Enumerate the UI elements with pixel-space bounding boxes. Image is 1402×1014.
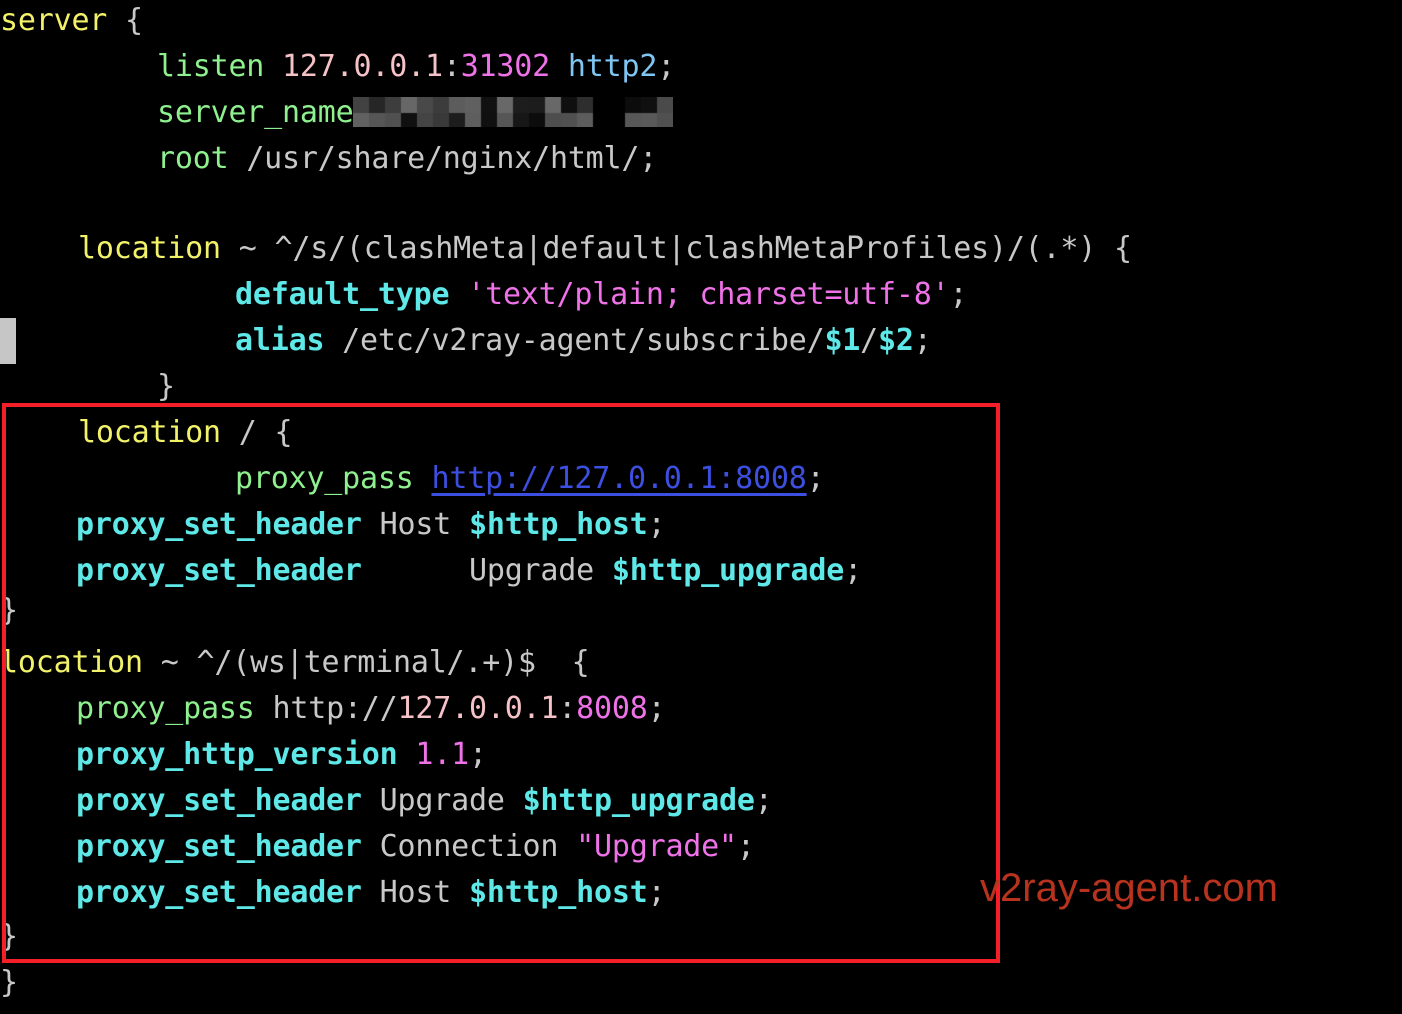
code-token: Host	[361, 507, 469, 542]
code-line: proxy_set_header Connection "Upgrade";	[0, 824, 755, 870]
code-token: ;	[806, 461, 825, 496]
code-token: 127.0.0.1	[282, 49, 443, 84]
code-token: Upgrade	[361, 783, 523, 818]
code-token: ;	[657, 49, 676, 84]
code-line: }	[0, 960, 18, 1006]
code-token: /	[860, 323, 879, 358]
code-token: proxy_set_header	[76, 875, 362, 910]
code-token: proxy_pass	[235, 461, 414, 496]
code-token: 127.0.0.1	[397, 691, 559, 726]
code-token: /usr/share/nginx/html/;	[228, 141, 658, 176]
code-token: ;	[647, 507, 666, 542]
code-token: http://	[254, 691, 398, 726]
code-token: default_type	[235, 277, 450, 312]
code-token: location	[0, 645, 143, 680]
code-line: proxy_http_version 1.1;	[0, 732, 487, 778]
code-block[interactable]: server {listen 127.0.0.1:31302 http2; ser…	[0, 0, 1402, 1014]
code-link[interactable]: http://127.0.0.1:8008	[432, 461, 807, 496]
code-token: proxy_set_header	[76, 783, 362, 818]
code-token: 'text/plain; charset=utf-8'	[467, 277, 950, 312]
code-token: }	[157, 369, 175, 404]
code-token: Host	[361, 875, 469, 910]
code-token: $2	[878, 323, 914, 358]
code-token: / {	[220, 415, 293, 450]
code-line: proxy_set_header Upgrade $http_upgrade;	[0, 778, 773, 824]
code-token: $http_host	[468, 875, 648, 910]
vertical-scrollbar-thumb[interactable]	[0, 318, 16, 364]
code-token: ;	[647, 875, 666, 910]
code-token: }	[0, 919, 18, 954]
code-token: ;	[736, 829, 755, 864]
code-line: proxy_set_header Host $http_host;	[0, 870, 666, 916]
code-line: }	[0, 914, 18, 960]
code-token: ~ ^/s/(clashMeta|default|clashMetaProfil…	[220, 231, 1132, 266]
code-token: ;	[913, 323, 932, 358]
code-token: :	[558, 691, 577, 726]
code-line: proxy_pass http://127.0.0.1:8008;	[0, 686, 666, 732]
code-token: $http_upgrade	[611, 553, 845, 588]
code-line: }	[0, 588, 18, 634]
code-token: $http_upgrade	[522, 783, 755, 818]
code-token: "Upgrade"	[576, 829, 737, 864]
code-line: location ~ ^/s/(clashMeta|default|clashM…	[0, 226, 1132, 272]
code-line: location / {	[0, 410, 293, 456]
code-token: $1	[824, 323, 861, 358]
code-token: ;	[647, 691, 666, 726]
code-token: ;	[754, 783, 773, 818]
code-token: Connection	[361, 829, 577, 864]
code-line: listen 127.0.0.1:31302 http2;	[0, 44, 675, 90]
code-line: }	[0, 364, 175, 410]
watermark-label: v2ray-agent.com	[980, 866, 1278, 910]
code-token: proxy_set_header	[76, 829, 362, 864]
code-token: :	[442, 49, 461, 84]
code-line: proxy_set_header Upgrade $http_upgrade;	[0, 548, 862, 594]
code-token: listen	[157, 49, 265, 84]
code-token: 1.1	[415, 737, 469, 772]
code-token: Upgrade	[361, 553, 612, 588]
code-token: alias	[235, 323, 325, 358]
code-token: ;	[844, 553, 862, 588]
redacted-server-name	[353, 96, 674, 127]
code-line: alias /etc/v2ray-agent/subscribe/$1/$2;	[0, 318, 932, 364]
code-token: {	[107, 3, 143, 38]
code-token: proxy_set_header	[76, 507, 362, 542]
code-token: }	[0, 593, 18, 628]
code-token: }	[0, 965, 18, 1000]
code-line: location ~ ^/(ws|terminal/.+)$ {	[0, 640, 590, 686]
terminal-screen: server {listen 127.0.0.1:31302 http2; ser…	[0, 0, 1402, 1014]
code-line: server_name	[0, 90, 674, 136]
code-line: server {	[0, 0, 143, 44]
code-token: ;	[949, 277, 968, 312]
code-token: /etc/v2ray-agent/subscribe/	[324, 323, 825, 358]
code-line: proxy_set_header Host $http_host;	[0, 502, 666, 548]
code-line: proxy_pass http://127.0.0.1:8008;	[0, 456, 825, 502]
code-token: ~ ^/(ws|terminal/.+)$ {	[142, 645, 590, 680]
code-line: root /usr/share/nginx/html/;	[0, 136, 657, 182]
code-token: 31302	[460, 49, 551, 84]
code-token: $http_host	[468, 507, 648, 542]
code-token: 8008	[576, 691, 648, 726]
code-token: location	[78, 231, 221, 266]
code-token: proxy_pass	[76, 691, 255, 726]
code-token: server_name	[157, 95, 354, 130]
code-token: ;	[468, 737, 487, 772]
code-line: default_type 'text/plain; charset=utf-8'…	[0, 272, 968, 318]
code-token: proxy_http_version	[76, 737, 398, 772]
code-token: http2	[567, 49, 658, 84]
code-token: proxy_set_header	[76, 553, 362, 588]
code-token: location	[78, 415, 221, 450]
code-token: server	[0, 3, 108, 38]
code-token: root	[157, 141, 229, 176]
